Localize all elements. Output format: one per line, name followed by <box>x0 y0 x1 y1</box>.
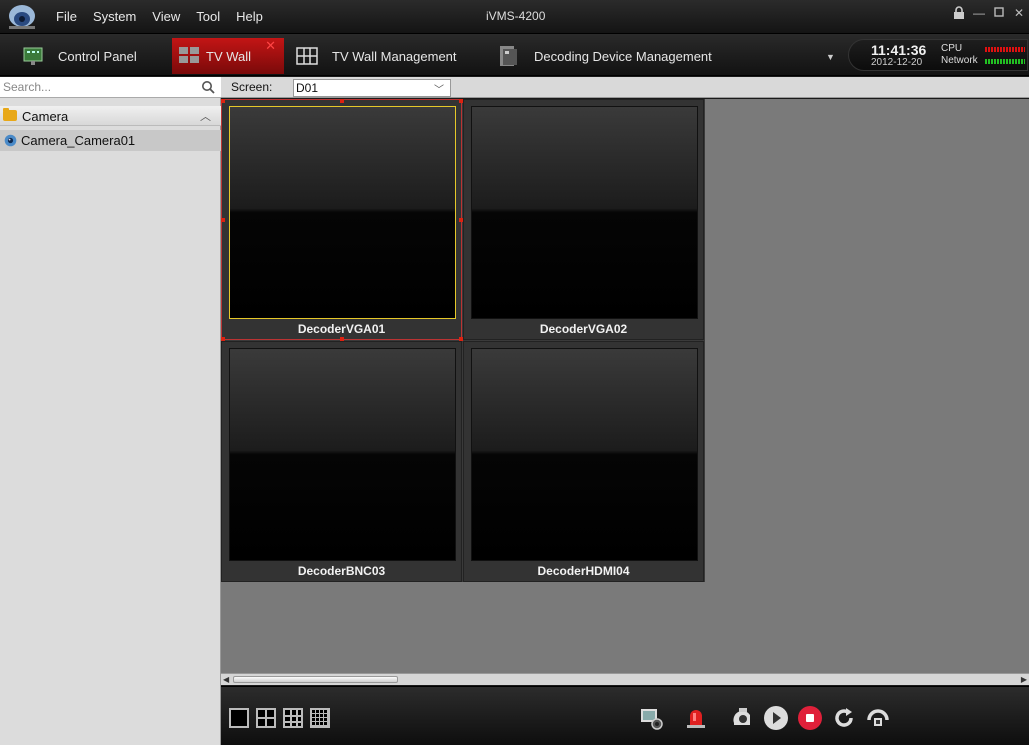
app-title: iVMS-4200 <box>486 9 546 23</box>
layout-2x2-button[interactable] <box>256 708 276 728</box>
decoder-icon <box>500 46 517 66</box>
menu-bar: File System View Tool Help <box>52 9 271 24</box>
wall-cell-screen <box>471 348 698 561</box>
wall-cell-label: DecoderHDMI04 <box>537 564 630 578</box>
tree-item-label: Camera_Camera01 <box>21 133 136 148</box>
title-bar: File System View Tool Help iVMS-4200 — ✕ <box>0 0 1029 34</box>
tab-dropdown-icon[interactable]: ▼ <box>826 52 835 62</box>
tab-close-icon[interactable]: ✕ <box>265 38 276 54</box>
screen-label: Screen: <box>231 80 273 94</box>
wall-cell-label: DecoderVGA02 <box>539 322 628 336</box>
scroll-right-icon[interactable]: ▶ <box>1017 675 1027 684</box>
horizontal-scrollbar[interactable]: ◀ ▶ <box>221 673 1029 685</box>
wall-cell-screen <box>229 348 456 561</box>
search-icon[interactable] <box>201 80 215 94</box>
resize-handle[interactable] <box>221 218 225 222</box>
resize-handle[interactable] <box>459 337 463 341</box>
resize-handle[interactable] <box>459 218 463 222</box>
wall-cell-screen <box>229 106 456 319</box>
menu-view[interactable]: View <box>144 9 188 24</box>
layout-4x4-button[interactable] <box>310 708 330 728</box>
tab-decoding-device-management[interactable]: Decoding Device Management <box>498 38 818 74</box>
close-icon[interactable]: ✕ <box>1013 6 1025 20</box>
module-tab-bar: Control Panel TV Wall ✕ TV Wall Manageme… <box>0 34 1029 76</box>
wall-cell-1[interactable]: DecoderVGA01 <box>221 99 462 340</box>
alarm-icon[interactable] <box>683 705 709 731</box>
wall-cell-screen <box>471 106 698 319</box>
tab-decoding-device-management-label: Decoding Device Management <box>534 48 712 64</box>
bottom-toolbar <box>221 686 1029 745</box>
screen-select[interactable]: D01 ﹀ <box>293 79 451 97</box>
wall-cell-label: DecoderVGA01 <box>297 322 386 336</box>
scroll-left-icon[interactable]: ◀ <box>223 675 233 684</box>
resource-panel: Camera ︿ Camera_Camera01 <box>0 77 221 745</box>
lock-icon[interactable] <box>953 6 965 20</box>
clock-time: 11:41:36 <box>871 42 927 58</box>
menu-help[interactable]: Help <box>228 9 271 24</box>
tree-group-camera[interactable]: Camera ︿ <box>0 106 221 126</box>
capture-icon[interactable] <box>639 705 665 731</box>
app-logo-icon <box>9 5 35 29</box>
restore-icon[interactable] <box>993 6 1005 18</box>
tab-tv-wall[interactable]: TV Wall ✕ <box>172 38 284 74</box>
chevron-up-icon[interactable]: ︿ <box>200 108 211 124</box>
tv-wall-icon <box>179 47 199 63</box>
menu-file[interactable]: File <box>52 9 85 24</box>
tree-group-label: Camera <box>22 109 69 124</box>
resize-handle[interactable] <box>340 99 344 103</box>
search-input[interactable] <box>0 77 190 97</box>
tab-tv-wall-management[interactable]: TV Wall Management <box>296 38 486 74</box>
tv-wall-canvas[interactable]: DecoderVGA01 DecoderVGA02 DecoderBNC03 D… <box>221 99 1029 673</box>
cpu-meter <box>985 47 1025 52</box>
minimize-icon[interactable]: — <box>973 6 985 20</box>
tab-control-panel-label: Control Panel <box>58 48 137 64</box>
screen-select-value: D01 <box>296 81 319 95</box>
wall-cell-2[interactable]: DecoderVGA02 <box>463 99 704 340</box>
folder-icon <box>3 108 17 121</box>
window-controls: — ✕ <box>953 6 1025 20</box>
wall-cell-label: DecoderBNC03 <box>297 564 386 578</box>
control-panel-icon <box>23 47 43 65</box>
search-box <box>0 77 221 98</box>
resize-handle[interactable] <box>340 337 344 341</box>
layout-1x1-button[interactable] <box>229 708 249 728</box>
network-label: Network <box>941 55 978 66</box>
tv-wall-grid: DecoderVGA01 DecoderVGA02 DecoderBNC03 D… <box>221 99 705 582</box>
layout-3x3-button[interactable] <box>283 708 303 728</box>
menu-tool[interactable]: Tool <box>188 9 228 24</box>
tab-tv-wall-management-label: TV Wall Management <box>332 48 457 64</box>
lock-screen-icon[interactable] <box>865 705 891 731</box>
status-panel: 11:41:36 2012-12-20 CPU Network <box>848 39 1028 71</box>
tab-control-panel[interactable]: Control Panel <box>22 38 172 74</box>
clock-date: 2012-12-20 <box>871 57 923 68</box>
menu-system[interactable]: System <box>85 9 144 24</box>
wall-cell-3[interactable]: DecoderBNC03 <box>221 341 462 582</box>
grid-icon <box>296 47 318 65</box>
tree-item-camera01[interactable]: Camera_Camera01 <box>0 130 221 151</box>
camera-icon <box>4 134 17 147</box>
play-icon[interactable] <box>763 705 789 731</box>
network-meter <box>985 59 1025 64</box>
resize-handle[interactable] <box>221 337 225 341</box>
tab-tv-wall-label: TV Wall <box>206 48 252 64</box>
refresh-icon[interactable] <box>831 705 857 731</box>
ptz-icon[interactable] <box>729 705 755 731</box>
chevron-down-icon: ﹀ <box>434 85 444 96</box>
cpu-label: CPU <box>941 43 963 54</box>
screen-bar: Screen: D01 ﹀ <box>221 77 1029 98</box>
wall-cell-4[interactable]: DecoderHDMI04 <box>463 341 704 582</box>
resize-handle[interactable] <box>221 99 225 103</box>
scrollbar-thumb[interactable] <box>233 676 398 683</box>
stop-icon[interactable] <box>797 705 823 731</box>
resize-handle[interactable] <box>459 99 463 103</box>
